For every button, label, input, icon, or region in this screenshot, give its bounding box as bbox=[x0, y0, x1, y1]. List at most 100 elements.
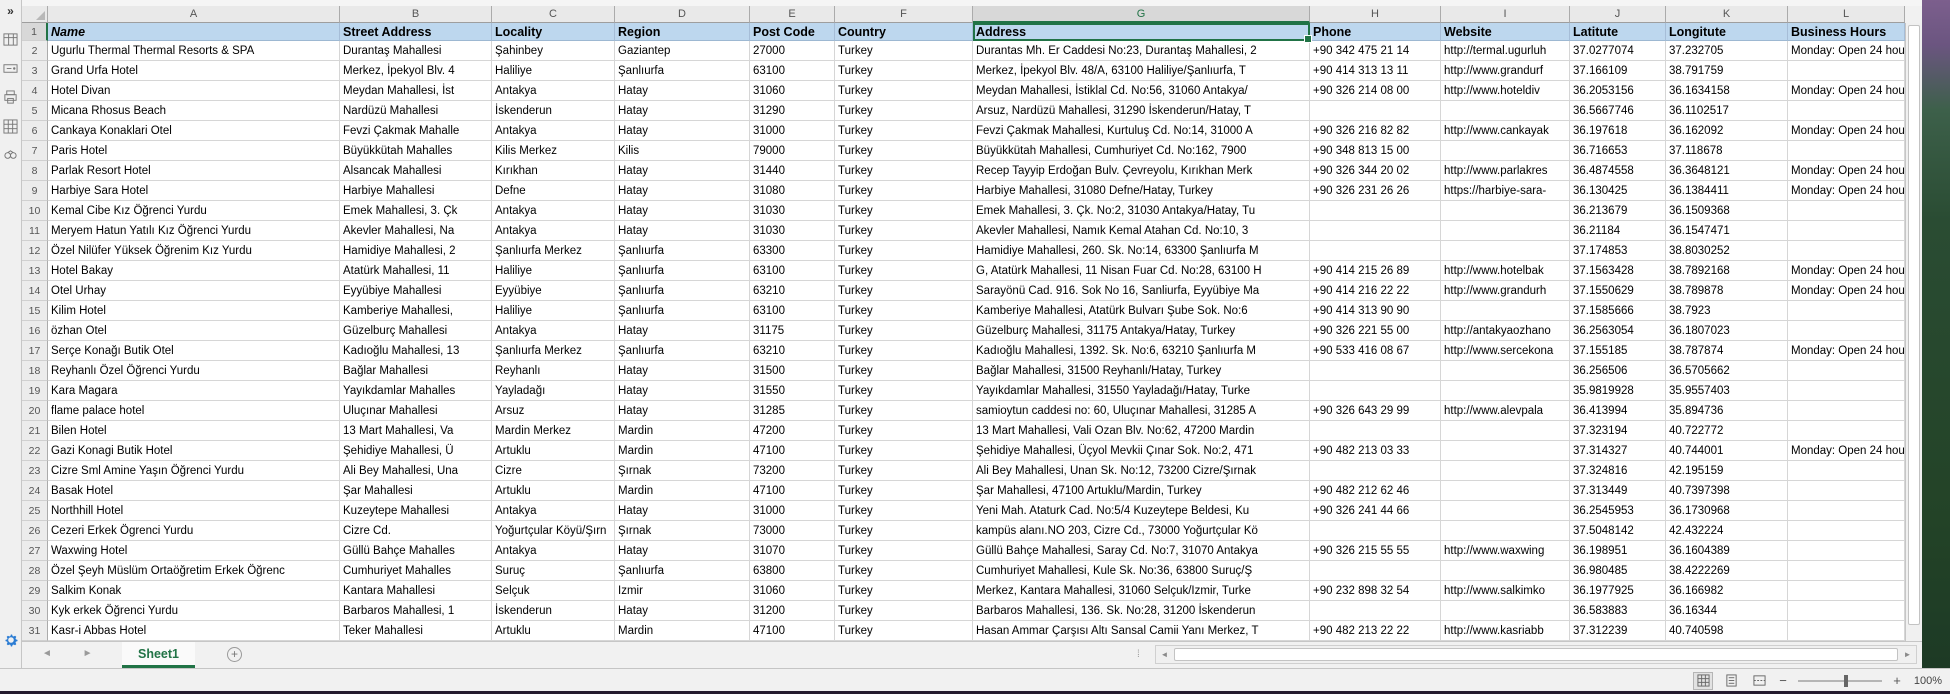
cell-H24[interactable]: +90 482 212 62 46 bbox=[1310, 481, 1441, 501]
row-header-5[interactable]: 5 bbox=[22, 101, 48, 121]
cell-E22[interactable]: 47100 bbox=[750, 441, 835, 461]
cell-I14[interactable]: http://www.grandurh bbox=[1441, 281, 1570, 301]
cell-I16[interactable]: http://antakyaozhano bbox=[1441, 321, 1570, 341]
cell-C19[interactable]: Yayladağı bbox=[492, 381, 615, 401]
add-sheet-button[interactable]: + bbox=[227, 647, 242, 662]
row-header-17[interactable]: 17 bbox=[22, 341, 48, 361]
row-header-3[interactable]: 3 bbox=[22, 61, 48, 81]
cell-E29[interactable]: 31060 bbox=[750, 581, 835, 601]
cell-I5[interactable] bbox=[1441, 101, 1570, 121]
cell-E28[interactable]: 63800 bbox=[750, 561, 835, 581]
cell-I3[interactable]: http://www.grandurf bbox=[1441, 61, 1570, 81]
cell-B2[interactable]: Durantaş Mahallesi bbox=[340, 41, 492, 61]
cell-B7[interactable]: Büyükkütah Mahalles bbox=[340, 141, 492, 161]
row-header-22[interactable]: 22 bbox=[22, 441, 48, 461]
cell-C11[interactable]: Antakya bbox=[492, 221, 615, 241]
row-header-29[interactable]: 29 bbox=[22, 581, 48, 601]
cell-G11[interactable]: Akevler Mahallesi, Namık Kemal Atahan Cd… bbox=[973, 221, 1310, 241]
column-header-D[interactable]: D bbox=[615, 6, 750, 23]
column-header-L[interactable]: L bbox=[1788, 6, 1905, 23]
header-cell-L1[interactable]: Business Hours bbox=[1788, 23, 1905, 41]
cell-L11[interactable] bbox=[1788, 221, 1905, 241]
cell-G3[interactable]: Merkez, İpekyol Blv. 48/A, 63100 Haliliy… bbox=[973, 61, 1310, 81]
cell-G16[interactable]: Güzelburç Mahallesi, 31175 Antakya/Hatay… bbox=[973, 321, 1310, 341]
cell-A18[interactable]: Reyhanlı Özel Öğrenci Yurdu bbox=[48, 361, 340, 381]
cell-B17[interactable]: Kadıoğlu Mahallesi, 13 bbox=[340, 341, 492, 361]
zoom-in-button[interactable]: + bbox=[1892, 673, 1902, 688]
horizontal-scrollbar[interactable]: ◄ ► bbox=[1155, 645, 1917, 664]
cell-D10[interactable]: Hatay bbox=[615, 201, 750, 221]
cell-D14[interactable]: Şanlıurfa bbox=[615, 281, 750, 301]
table-grid-icon[interactable] bbox=[3, 119, 18, 134]
cell-H22[interactable]: +90 482 213 03 33 bbox=[1310, 441, 1441, 461]
cell-D6[interactable]: Hatay bbox=[615, 121, 750, 141]
header-cell-I1[interactable]: Website bbox=[1441, 23, 1570, 41]
cell-K10[interactable]: 36.1509368 bbox=[1666, 201, 1788, 221]
cell-G13[interactable]: G, Atatürk Mahallesi, 11 Nisan Fuar Cd. … bbox=[973, 261, 1310, 281]
cell-L9[interactable]: Monday: Open 24 hour bbox=[1788, 181, 1905, 201]
cell-F2[interactable]: Turkey bbox=[835, 41, 973, 61]
cell-I4[interactable]: http://www.hoteldiv bbox=[1441, 81, 1570, 101]
cell-D22[interactable]: Mardin bbox=[615, 441, 750, 461]
cell-A14[interactable]: Otel Urhay bbox=[48, 281, 340, 301]
cell-H17[interactable]: +90 533 416 08 67 bbox=[1310, 341, 1441, 361]
cell-J14[interactable]: 37.1550629 bbox=[1570, 281, 1666, 301]
cell-H23[interactable] bbox=[1310, 461, 1441, 481]
cell-A2[interactable]: Ugurlu Thermal Thermal Resorts & SPA bbox=[48, 41, 340, 61]
column-header-B[interactable]: B bbox=[340, 6, 492, 23]
cell-C4[interactable]: Antakya bbox=[492, 81, 615, 101]
cell-F18[interactable]: Turkey bbox=[835, 361, 973, 381]
sheet-nav-arrows[interactable]: ◄ ► bbox=[42, 648, 107, 659]
cell-F28[interactable]: Turkey bbox=[835, 561, 973, 581]
cell-F5[interactable]: Turkey bbox=[835, 101, 973, 121]
cell-G2[interactable]: Durantas Mh. Er Caddesi No:23, Durantaş … bbox=[973, 41, 1310, 61]
cell-C22[interactable]: Artuklu bbox=[492, 441, 615, 461]
cell-A17[interactable]: Serçe Konağı Butik Otel bbox=[48, 341, 340, 361]
cell-G30[interactable]: Barbaros Mahallesi, 136. Sk. No:28, 3120… bbox=[973, 601, 1310, 621]
cell-F16[interactable]: Turkey bbox=[835, 321, 973, 341]
cell-E18[interactable]: 31500 bbox=[750, 361, 835, 381]
row-header-4[interactable]: 4 bbox=[22, 81, 48, 101]
cell-J26[interactable]: 37.5048142 bbox=[1570, 521, 1666, 541]
cell-A26[interactable]: Cezeri Erkek Ögrenci Yurdu bbox=[48, 521, 340, 541]
cell-B13[interactable]: Atatürk Mahallesi, 11 bbox=[340, 261, 492, 281]
cell-C17[interactable]: Şanlıurfa Merkez bbox=[492, 341, 615, 361]
cell-L28[interactable] bbox=[1788, 561, 1905, 581]
cell-L16[interactable] bbox=[1788, 321, 1905, 341]
cell-H19[interactable] bbox=[1310, 381, 1441, 401]
header-cell-B1[interactable]: Street Address bbox=[340, 23, 492, 41]
cell-F7[interactable]: Turkey bbox=[835, 141, 973, 161]
cell-K15[interactable]: 38.7923 bbox=[1666, 301, 1788, 321]
cell-H11[interactable] bbox=[1310, 221, 1441, 241]
cell-A4[interactable]: Hotel Divan bbox=[48, 81, 340, 101]
cell-E9[interactable]: 31080 bbox=[750, 181, 835, 201]
cell-H26[interactable] bbox=[1310, 521, 1441, 541]
cell-H31[interactable]: +90 482 213 22 22 bbox=[1310, 621, 1441, 641]
cell-B15[interactable]: Kamberiye Mahallesi, bbox=[340, 301, 492, 321]
cell-G27[interactable]: Güllü Bahçe Mahallesi, Saray Cd. No:7, 3… bbox=[973, 541, 1310, 561]
row-header-20[interactable]: 20 bbox=[22, 401, 48, 421]
cell-K6[interactable]: 36.162092 bbox=[1666, 121, 1788, 141]
cell-F21[interactable]: Turkey bbox=[835, 421, 973, 441]
header-cell-A1[interactable]: Name bbox=[48, 23, 340, 41]
cell-B26[interactable]: Cizre Cd. bbox=[340, 521, 492, 541]
cell-J15[interactable]: 37.1585666 bbox=[1570, 301, 1666, 321]
cell-B18[interactable]: Bağlar Mahallesi bbox=[340, 361, 492, 381]
header-cell-F1[interactable]: Country bbox=[835, 23, 973, 41]
cell-A29[interactable]: Salkim Konak bbox=[48, 581, 340, 601]
cell-J8[interactable]: 36.4874558 bbox=[1570, 161, 1666, 181]
cell-D17[interactable]: Şanlıurfa bbox=[615, 341, 750, 361]
cell-B31[interactable]: Teker Mahallesi bbox=[340, 621, 492, 641]
cell-A22[interactable]: Gazi Konagi Butik Hotel bbox=[48, 441, 340, 461]
cell-H14[interactable]: +90 414 216 22 22 bbox=[1310, 281, 1441, 301]
vertical-scrollbar[interactable]: ▼ bbox=[1905, 23, 1922, 660]
cell-G7[interactable]: Büyükkütah Mahallesi, Cumhuriyet Cd. No:… bbox=[973, 141, 1310, 161]
cell-E14[interactable]: 63210 bbox=[750, 281, 835, 301]
printer-icon[interactable] bbox=[3, 90, 18, 105]
cell-A5[interactable]: Micana Rhosus Beach bbox=[48, 101, 340, 121]
cell-F27[interactable]: Turkey bbox=[835, 541, 973, 561]
cell-A20[interactable]: flame palace hotel bbox=[48, 401, 340, 421]
cell-G6[interactable]: Fevzi Çakmak Mahallesi, Kurtuluş Cd. No:… bbox=[973, 121, 1310, 141]
scrollbar-grip-icon[interactable]: ⁞ bbox=[1137, 649, 1140, 660]
cell-K28[interactable]: 38.4222269 bbox=[1666, 561, 1788, 581]
